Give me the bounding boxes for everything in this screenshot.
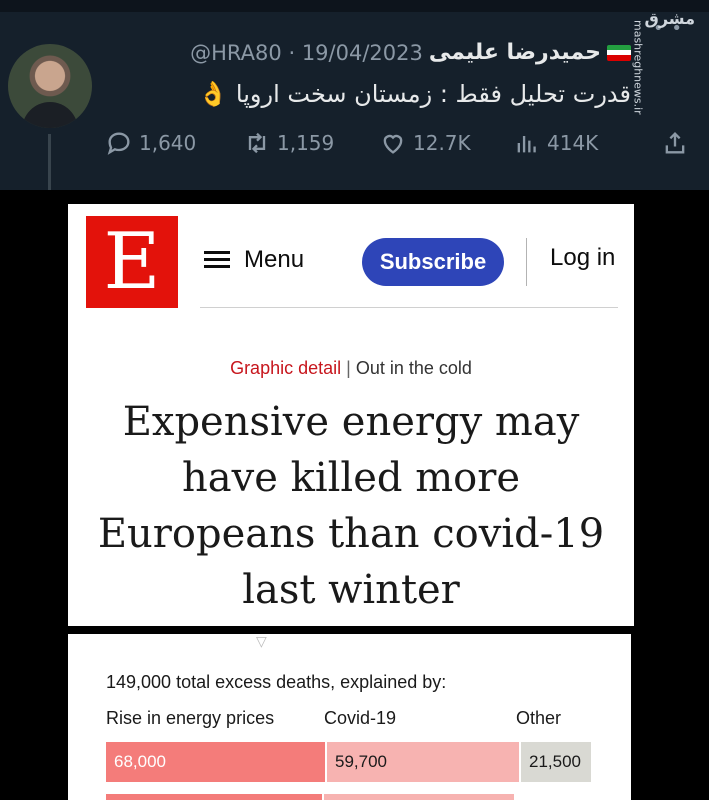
handle[interactable]: @HRA80 bbox=[190, 41, 282, 65]
retweet-icon bbox=[248, 132, 266, 154]
tweet-card: حمیدرضا علیمی @HRA80 · 19/04/2023 • • قد… bbox=[0, 0, 709, 190]
chevron-down-icon: ▽ bbox=[256, 634, 267, 650]
bar-energy-value: 68,000 bbox=[114, 752, 166, 771]
article-headline: Expensive energy may have killed more Eu… bbox=[97, 399, 605, 613]
bar-covid: 59,700 bbox=[327, 742, 519, 782]
kicker-topic: Out in the cold bbox=[355, 358, 472, 378]
bar-other: 21,500 bbox=[521, 742, 591, 782]
views-icon bbox=[517, 136, 536, 153]
bar-covid-value: 59,700 bbox=[335, 752, 387, 771]
kicker-section[interactable]: Graphic detail bbox=[230, 358, 341, 378]
economist-logo[interactable]: E bbox=[86, 216, 178, 308]
share-icon bbox=[665, 132, 685, 154]
tweet-date[interactable]: 19/04/2023 bbox=[302, 41, 423, 65]
ok-hand-emoji: 👌 bbox=[198, 80, 229, 108]
handle-date: @HRA80 · 19/04/2023 bbox=[190, 41, 423, 65]
bar-energy: 68,000 bbox=[106, 742, 325, 782]
category-label-energy: Rise in energy prices bbox=[106, 708, 275, 728]
excess-deaths-chart: ▽ 149,000 total excess deaths, explained… bbox=[68, 634, 631, 800]
nav-divider bbox=[526, 238, 527, 286]
tweet-body: قدرت تحلیل فقط : زمستان سخت اروپا bbox=[235, 80, 631, 108]
reply-button[interactable]: 1,640 bbox=[105, 129, 196, 157]
retweet-button[interactable]: 1,159 bbox=[243, 129, 334, 157]
thread-line bbox=[48, 134, 51, 190]
subscribe-button[interactable]: Subscribe bbox=[362, 238, 504, 286]
category-label-other: Other bbox=[516, 708, 562, 728]
menu-button[interactable]: Menu bbox=[204, 246, 304, 274]
views-button[interactable]: 414K bbox=[513, 129, 598, 157]
retweet-count: 1,159 bbox=[277, 131, 335, 155]
watermark-logo: مشرق bbox=[644, 9, 695, 28]
separator: · bbox=[288, 40, 296, 65]
next-row-energy bbox=[106, 794, 322, 800]
reply-icon bbox=[107, 132, 130, 155]
category-label-covid: Covid-19 bbox=[324, 708, 397, 728]
watermark-site: mashreghnews.ir bbox=[631, 19, 645, 115]
login-link[interactable]: Log in bbox=[550, 244, 615, 272]
tweet-actions: 1,640 1,159 12.7K 414K bbox=[105, 128, 695, 158]
iran-flag-icon bbox=[607, 44, 631, 61]
logo-letter: E bbox=[103, 217, 161, 307]
article-card: E Menu Subscribe Log in Graphic detail |… bbox=[68, 204, 634, 626]
header-divider bbox=[200, 307, 618, 308]
view-count: 414K bbox=[547, 131, 599, 155]
tweet-text: قدرت تحلیل فقط : زمستان سخت اروپا 👌 bbox=[198, 80, 631, 108]
menu-label: Menu bbox=[244, 246, 305, 273]
like-count: 12.7K bbox=[413, 131, 471, 155]
reply-count: 1,640 bbox=[139, 131, 197, 155]
status-bar bbox=[0, 0, 709, 12]
hamburger-icon bbox=[204, 251, 230, 269]
kicker: Graphic detail | Out in the cold bbox=[68, 358, 634, 379]
chart-title: 149,000 total excess deaths, explained b… bbox=[106, 672, 447, 692]
next-row-covid bbox=[324, 794, 514, 800]
kicker-separator: | bbox=[346, 358, 351, 378]
like-button[interactable]: 12.7K bbox=[379, 129, 471, 157]
avatar[interactable] bbox=[8, 44, 92, 128]
like-icon bbox=[383, 134, 403, 154]
watermark: مشرق mashreghnews.ir bbox=[632, 11, 695, 122]
bar-other-value: 21,500 bbox=[529, 752, 581, 771]
display-name[interactable]: حمیدرضا علیمی bbox=[429, 40, 601, 65]
tweet-header: حمیدرضا علیمی @HRA80 · 19/04/2023 bbox=[190, 40, 631, 65]
share-button[interactable] bbox=[661, 129, 689, 157]
